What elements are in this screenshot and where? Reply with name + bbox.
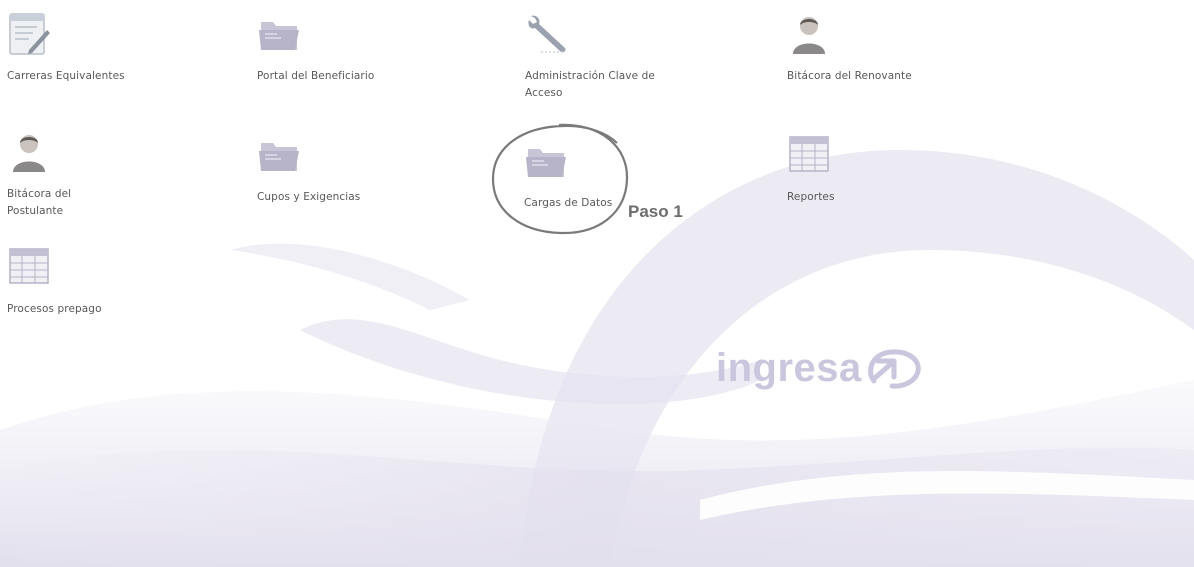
edit-document-icon [9,13,50,55]
menu-item-procesos-prepago[interactable]: Procesos prepago [7,245,187,318]
menu-item-reportes[interactable]: Reportes [787,133,967,206]
menu-item-bitacora-renovante[interactable]: Bitácora del Renovante [787,12,967,85]
menu-item-label: Procesos prepago [7,303,102,315]
menu-item-carreras-equivalentes[interactable]: Carreras Equivalentes [7,12,187,85]
menu-item-label: Cupos y Exigencias [257,191,361,203]
user-icon [13,135,45,172]
step-label: Paso 1 [628,202,683,221]
user-icon [793,17,825,54]
folder-icon [526,149,566,177]
menu-item-label: Carreras Equivalentes [7,70,125,82]
table-grid-icon [9,248,49,284]
menu-item-administracion-clave[interactable]: Administración Clave de Acceso [525,12,705,102]
logo-text: ingresa [716,346,862,390]
table-grid-icon [789,136,829,172]
menu-item-label: Administración Clave de Acceso [525,70,655,99]
ingresa-logo: ingresa [716,346,922,391]
menu-item-label: Bitácora del Renovante [787,70,912,82]
menu-item-label: Bitácora del Postulante [7,188,72,217]
wrench-icon [528,15,566,53]
menu-item-bitacora-postulante[interactable]: Bitácora del Postulante [7,130,187,220]
menu-item-label: Reportes [787,191,835,203]
folder-icon [259,22,299,50]
menu-item-cupos-exigencias[interactable]: Cupos y Exigencias [257,133,437,206]
menu-item-portal-beneficiario[interactable]: Portal del Beneficiario [257,12,437,85]
arrow-swoosh-icon [867,348,921,389]
folder-icon [259,143,299,171]
menu-item-label: Portal del Beneficiario [257,70,375,82]
